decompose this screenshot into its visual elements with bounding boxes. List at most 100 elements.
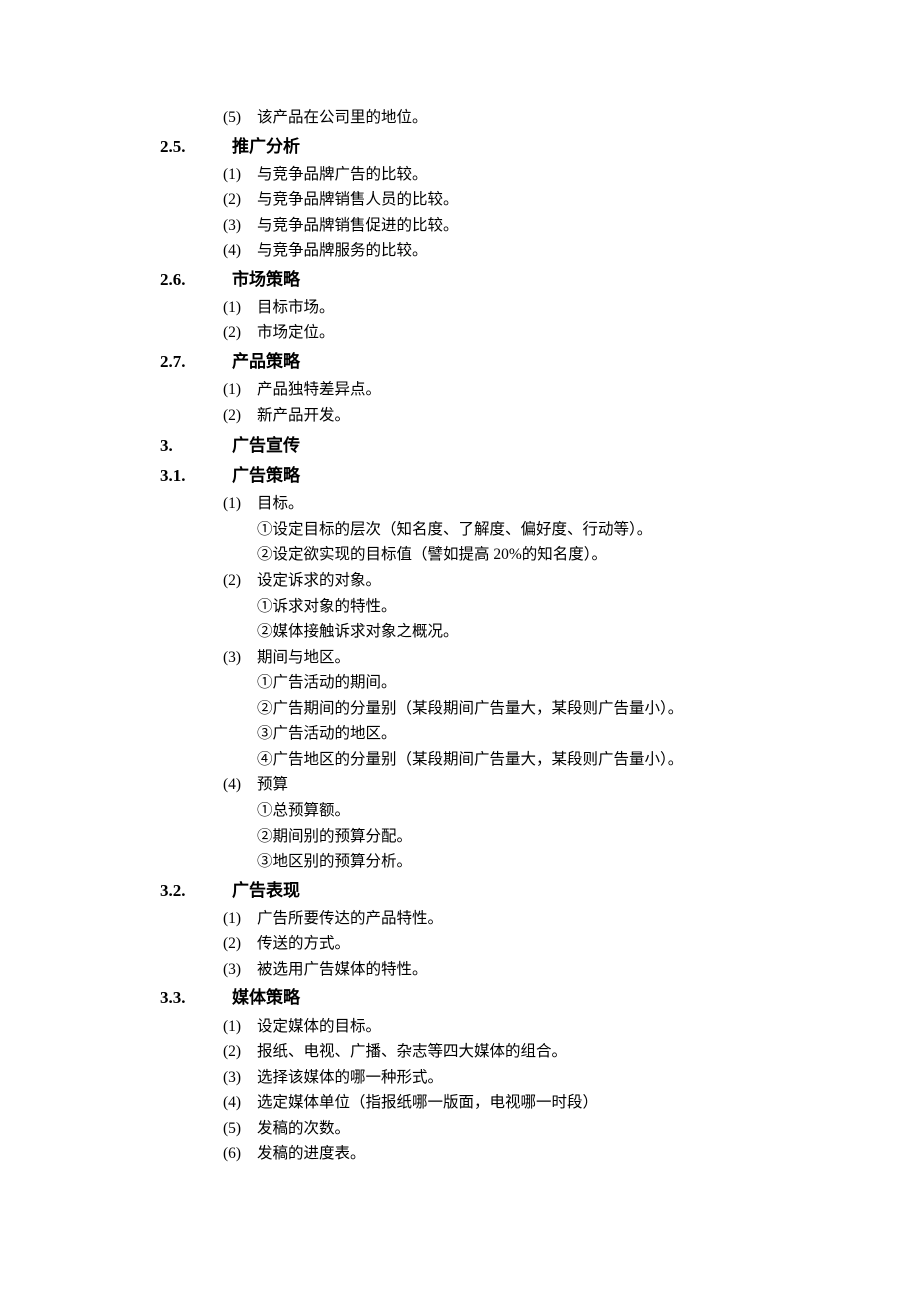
item-text: 与竞争品牌服务的比较。 [257, 238, 770, 264]
sub-text: ③地区别的预算分析。 [257, 849, 770, 875]
list-item: (1)广告所要传达的产品特性。 [160, 906, 770, 932]
sub-text: ②设定欲实现的目标值（譬如提高 20%的知名度）。 [257, 542, 770, 568]
list-item: (2)与竞争品牌销售人员的比较。 [160, 187, 770, 213]
sub-item: ④广告地区的分量别（某段期间广告量大，某段则广告量小）。 [160, 747, 770, 773]
heading-title: 产品策略 [232, 348, 300, 376]
sub-text: ②媒体接触诉求对象之概况。 [257, 619, 770, 645]
sub-text: ①总预算额。 [257, 798, 770, 824]
item-text: 新产品开发。 [257, 403, 770, 429]
list-item: (6)发稿的进度表。 [160, 1141, 770, 1167]
heading-title: 广告策略 [232, 462, 300, 490]
list-item: (1)设定媒体的目标。 [160, 1014, 770, 1040]
sub-item: ③广告活动的地区。 [160, 721, 770, 747]
sub-item: ①广告活动的期间。 [160, 670, 770, 696]
heading-2-7: 2.7. 产品策略 [160, 348, 770, 376]
heading-number: 2.6. [160, 266, 232, 294]
item-text: 该产品在公司里的地位。 [257, 105, 770, 131]
item-text: 与竞争品牌销售人员的比较。 [257, 187, 770, 213]
item-text: 预算 [257, 772, 770, 798]
list-item: (1)与竞争品牌广告的比较。 [160, 162, 770, 188]
item-text: 产品独特差异点。 [257, 377, 770, 403]
item-text: 发稿的进度表。 [257, 1141, 770, 1167]
heading-number: 2.7. [160, 348, 232, 376]
item-number: (6) [223, 1141, 257, 1167]
document-page: (5) 该产品在公司里的地位。 2.5. 推广分析 (1)与竞争品牌广告的比较。… [0, 0, 920, 1287]
item-number: (3) [223, 645, 257, 671]
heading-3-2: 3.2. 广告表现 [160, 877, 770, 905]
item-number: (2) [223, 320, 257, 346]
sub-text: ④广告地区的分量别（某段期间广告量大，某段则广告量小）。 [257, 747, 770, 773]
list-item: (1)目标市场。 [160, 295, 770, 321]
item-number: (2) [223, 931, 257, 957]
item-text: 目标。 [257, 491, 770, 517]
list-item: (5) 该产品在公司里的地位。 [160, 105, 770, 131]
item-number: (1) [223, 906, 257, 932]
item-number: (4) [223, 772, 257, 798]
item-text: 报纸、电视、广播、杂志等四大媒体的组合。 [257, 1039, 770, 1065]
item-text: 发稿的次数。 [257, 1116, 770, 1142]
sub-text: ②广告期间的分量别（某段期间广告量大，某段则广告量小）。 [257, 696, 770, 722]
item-number: (4) [223, 1090, 257, 1116]
item-number: (1) [223, 491, 257, 517]
item-number: (2) [223, 568, 257, 594]
heading-2-5: 2.5. 推广分析 [160, 133, 770, 161]
item-number: (2) [223, 1039, 257, 1065]
item-text: 与竞争品牌销售促进的比较。 [257, 213, 770, 239]
heading-title: 推广分析 [232, 133, 300, 161]
list-item: (3)选择该媒体的哪一种形式。 [160, 1065, 770, 1091]
sub-text: ①设定目标的层次（知名度、了解度、偏好度、行动等）。 [257, 517, 770, 543]
item-number: (3) [223, 213, 257, 239]
item-number: (5) [223, 1116, 257, 1142]
item-text: 目标市场。 [257, 295, 770, 321]
list-item: (1)产品独特差异点。 [160, 377, 770, 403]
list-item: (1)目标。 [160, 491, 770, 517]
sub-item: ②设定欲实现的目标值（譬如提高 20%的知名度）。 [160, 542, 770, 568]
sub-item: ②媒体接触诉求对象之概况。 [160, 619, 770, 645]
sub-item: ③地区别的预算分析。 [160, 849, 770, 875]
list-item: (5)发稿的次数。 [160, 1116, 770, 1142]
list-item: (4)与竞争品牌服务的比较。 [160, 238, 770, 264]
item-number: (1) [223, 377, 257, 403]
heading-3-3: 3.3. 媒体策略 [160, 984, 770, 1012]
heading-3: 3. 广告宣传 [160, 432, 770, 460]
item-text: 设定媒体的目标。 [257, 1014, 770, 1040]
heading-number: 3. [160, 432, 232, 460]
list-item: (4)选定媒体单位（指报纸哪一版面，电视哪一时段） [160, 1090, 770, 1116]
list-item: (2)传送的方式。 [160, 931, 770, 957]
item-number: (3) [223, 957, 257, 983]
list-item: (2)设定诉求的对象。 [160, 568, 770, 594]
item-text: 设定诉求的对象。 [257, 568, 770, 594]
heading-number: 3.2. [160, 877, 232, 905]
list-item: (3)期间与地区。 [160, 645, 770, 671]
item-text: 传送的方式。 [257, 931, 770, 957]
item-text: 被选用广告媒体的特性。 [257, 957, 770, 983]
sub-text: ①广告活动的期间。 [257, 670, 770, 696]
sub-item: ②广告期间的分量别（某段期间广告量大，某段则广告量小）。 [160, 696, 770, 722]
heading-title: 广告表现 [232, 877, 300, 905]
heading-number: 3.1. [160, 462, 232, 490]
item-number: (4) [223, 238, 257, 264]
heading-title: 媒体策略 [232, 984, 300, 1012]
sub-item: ①总预算额。 [160, 798, 770, 824]
list-item: (2)新产品开发。 [160, 403, 770, 429]
item-text: 选择该媒体的哪一种形式。 [257, 1065, 770, 1091]
sub-text: ①诉求对象的特性。 [257, 594, 770, 620]
sub-text: ③广告活动的地区。 [257, 721, 770, 747]
item-text: 广告所要传达的产品特性。 [257, 906, 770, 932]
heading-title: 市场策略 [232, 266, 300, 294]
item-text: 市场定位。 [257, 320, 770, 346]
item-number: (1) [223, 295, 257, 321]
heading-2-6: 2.6. 市场策略 [160, 266, 770, 294]
item-text: 与竞争品牌广告的比较。 [257, 162, 770, 188]
heading-title: 广告宣传 [232, 432, 300, 460]
heading-number: 3.3. [160, 984, 232, 1012]
heading-number: 2.5. [160, 133, 232, 161]
item-number: (2) [223, 187, 257, 213]
item-number: (5) [223, 105, 257, 131]
item-number: (2) [223, 403, 257, 429]
item-text: 期间与地区。 [257, 645, 770, 671]
list-item: (3)被选用广告媒体的特性。 [160, 957, 770, 983]
item-number: (1) [223, 1014, 257, 1040]
list-item: (2)市场定位。 [160, 320, 770, 346]
heading-3-1: 3.1. 广告策略 [160, 462, 770, 490]
